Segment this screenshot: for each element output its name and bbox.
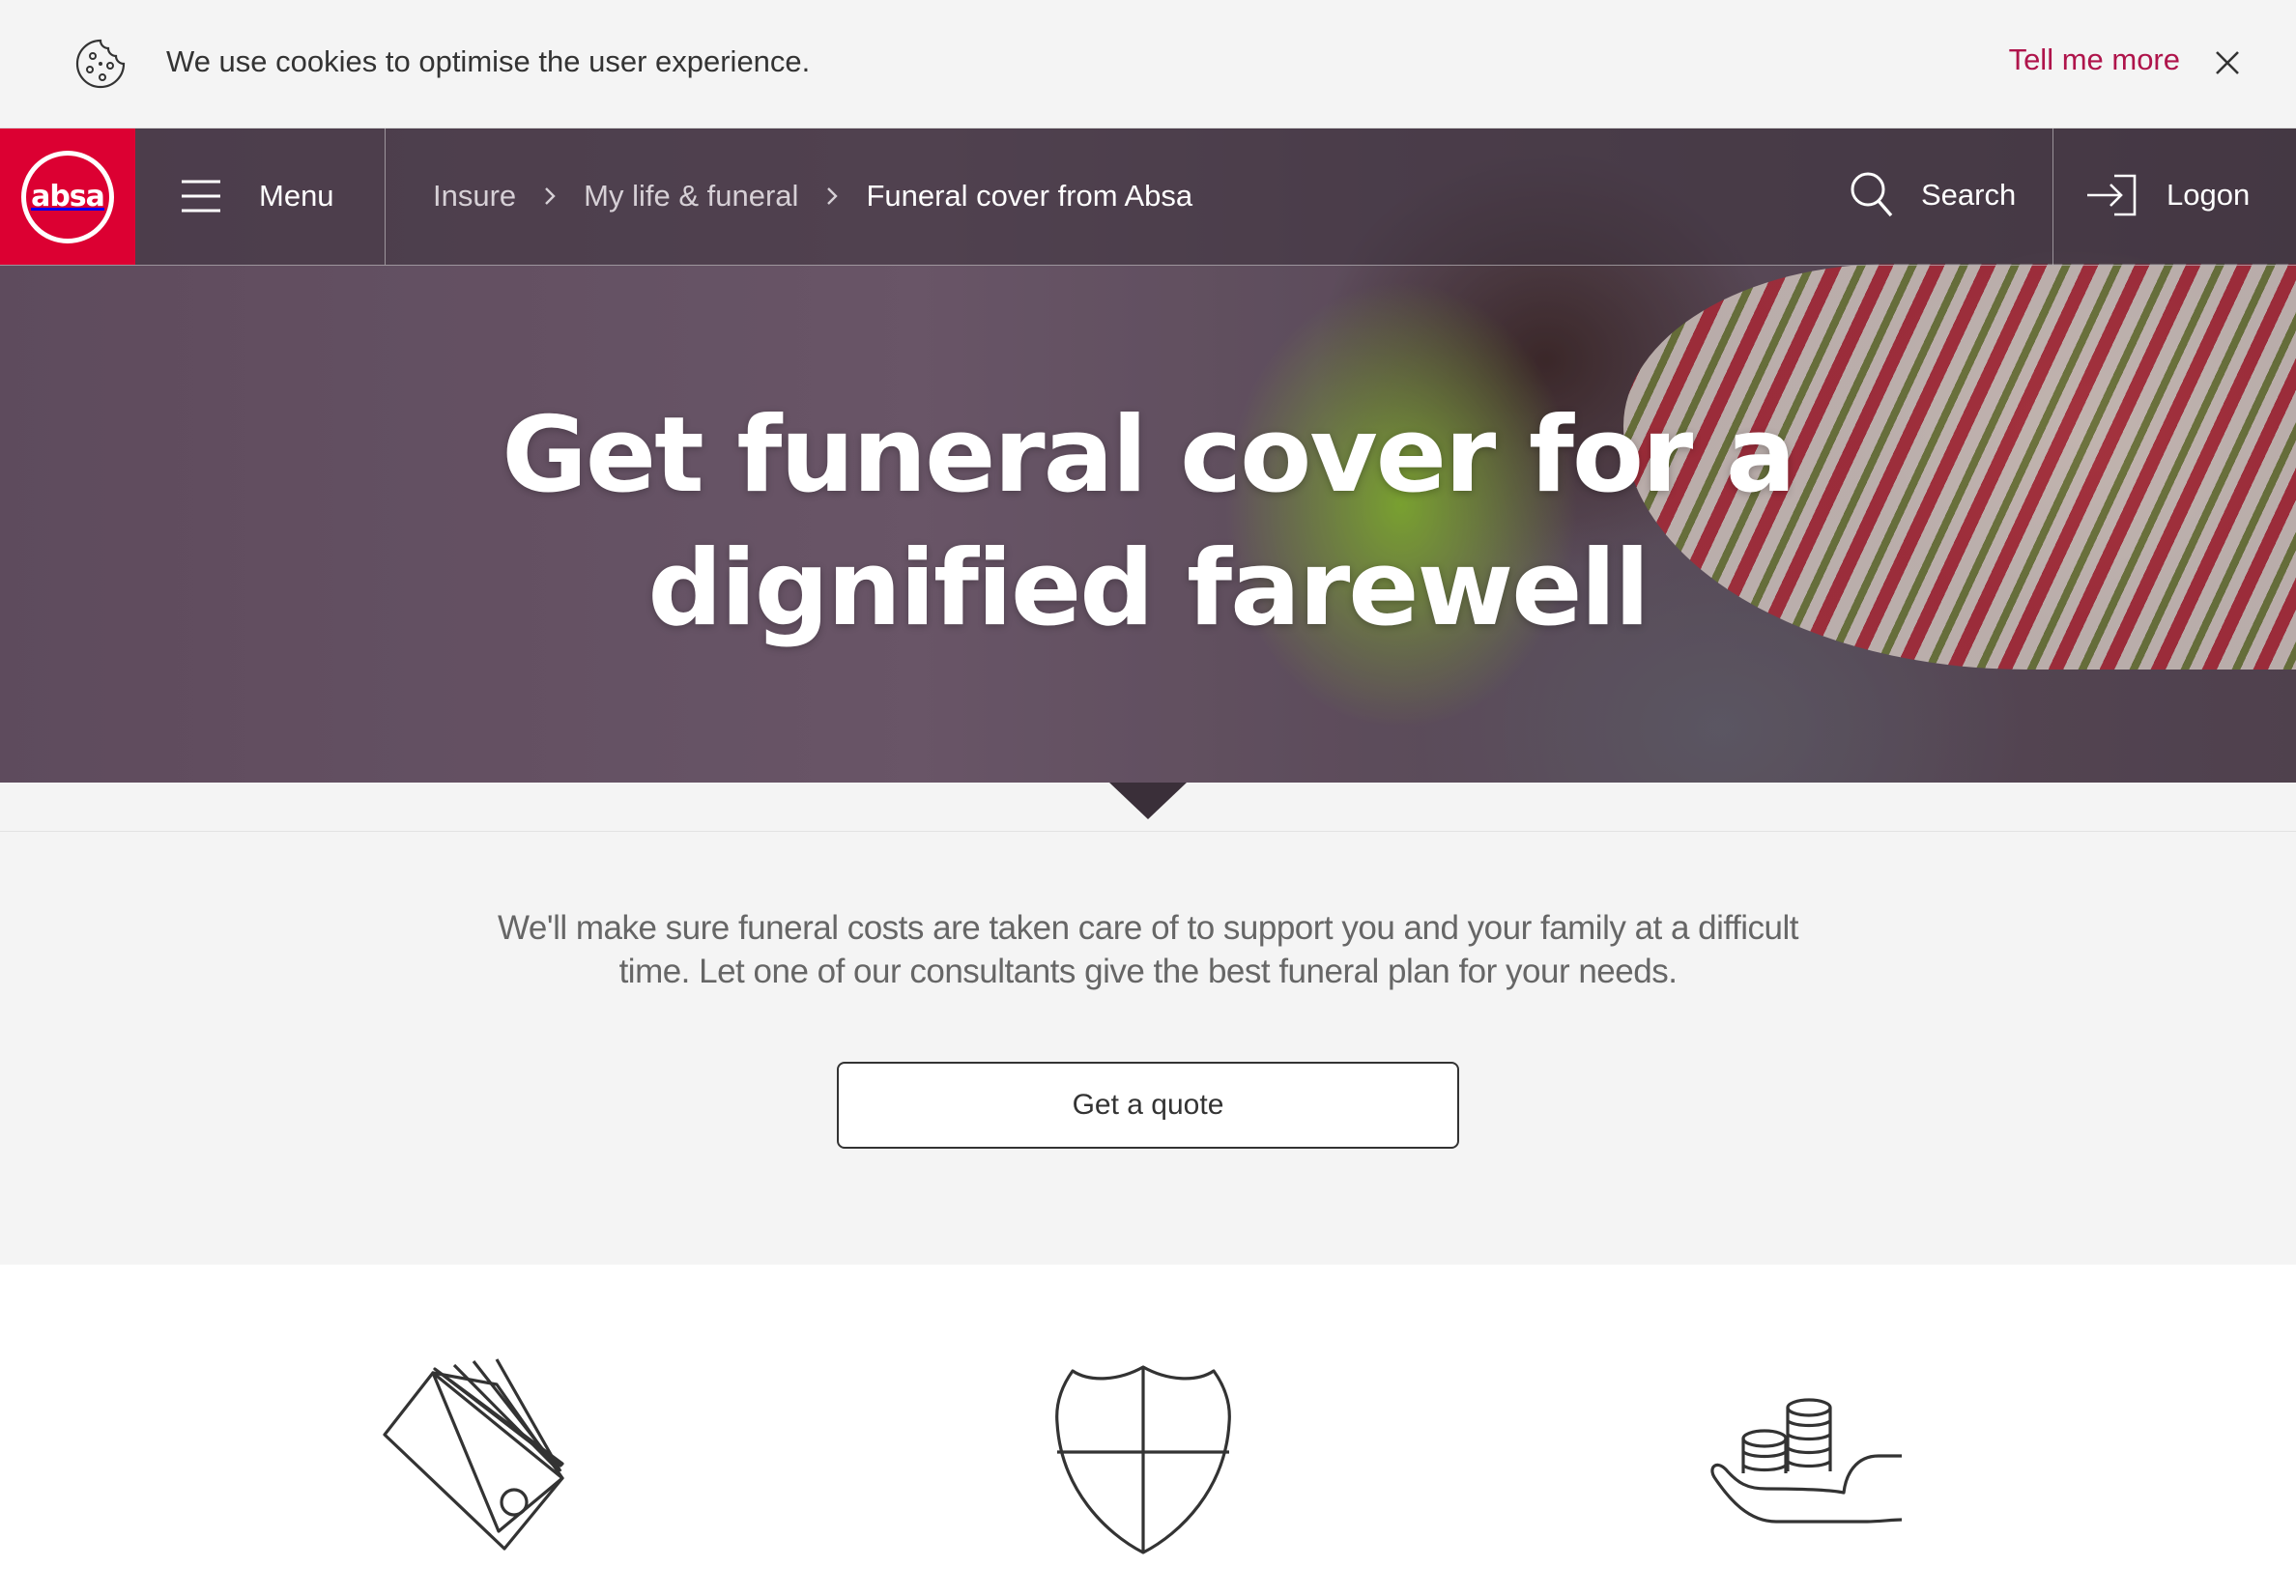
cookie-icon (75, 39, 126, 89)
intro-section: We'll make sure funeral costs are taken … (0, 783, 2296, 1265)
search-label: Search (1921, 178, 2017, 212)
chevron-right-icon (827, 187, 839, 205)
nav-divider (385, 128, 386, 265)
breadcrumb-current: Funeral cover from Absa (866, 179, 1193, 213)
features-section (0, 1265, 2296, 1596)
hero-title: Get funeral cover for a dignified farewe… (0, 389, 2296, 656)
breadcrumb-my-life-funeral[interactable]: My life & funeral (584, 179, 798, 214)
logon-label: Logon (2167, 178, 2251, 212)
cookie-message: We use cookies to optimise the user expe… (166, 44, 811, 78)
close-icon[interactable] (2213, 48, 2242, 77)
logon-icon (2087, 174, 2137, 216)
hamburger-menu-icon (182, 180, 220, 213)
chevron-right-icon (545, 187, 556, 205)
get-a-quote-button[interactable]: Get a quote (837, 1062, 1459, 1149)
cookie-banner: We use cookies to optimise the user expe… (0, 0, 2296, 128)
search-button[interactable]: Search (1850, 171, 2016, 219)
main-navigation: absa Menu Insure My life & funeral Funer… (0, 128, 2296, 266)
intro-description: We'll make sure funeral costs are taken … (498, 909, 1798, 990)
section-pointer (1109, 783, 1187, 819)
hand-coins-icon (1710, 1398, 1903, 1524)
search-icon (1851, 172, 1893, 217)
absa-logo[interactable]: absa (0, 128, 135, 265)
tell-me-more-link[interactable]: Tell me more (2009, 43, 2180, 77)
hero-title-line-2: dignified farewell (647, 528, 1650, 649)
logo-mark: absa (21, 150, 114, 243)
menu-label: Menu (259, 179, 334, 213)
menu-button[interactable]: Menu (180, 169, 334, 223)
hero-title-line-1: Get funeral cover for a (502, 395, 1796, 516)
nav-divider (2052, 128, 2053, 265)
breadcrumb-insure[interactable]: Insure (433, 179, 516, 214)
logon-button[interactable]: Logon (2085, 173, 2250, 217)
price-tags-icon (383, 1358, 564, 1551)
breadcrumb: Insure My life & funeral Funeral cover f… (433, 179, 1192, 214)
shield-icon (1055, 1365, 1231, 1554)
